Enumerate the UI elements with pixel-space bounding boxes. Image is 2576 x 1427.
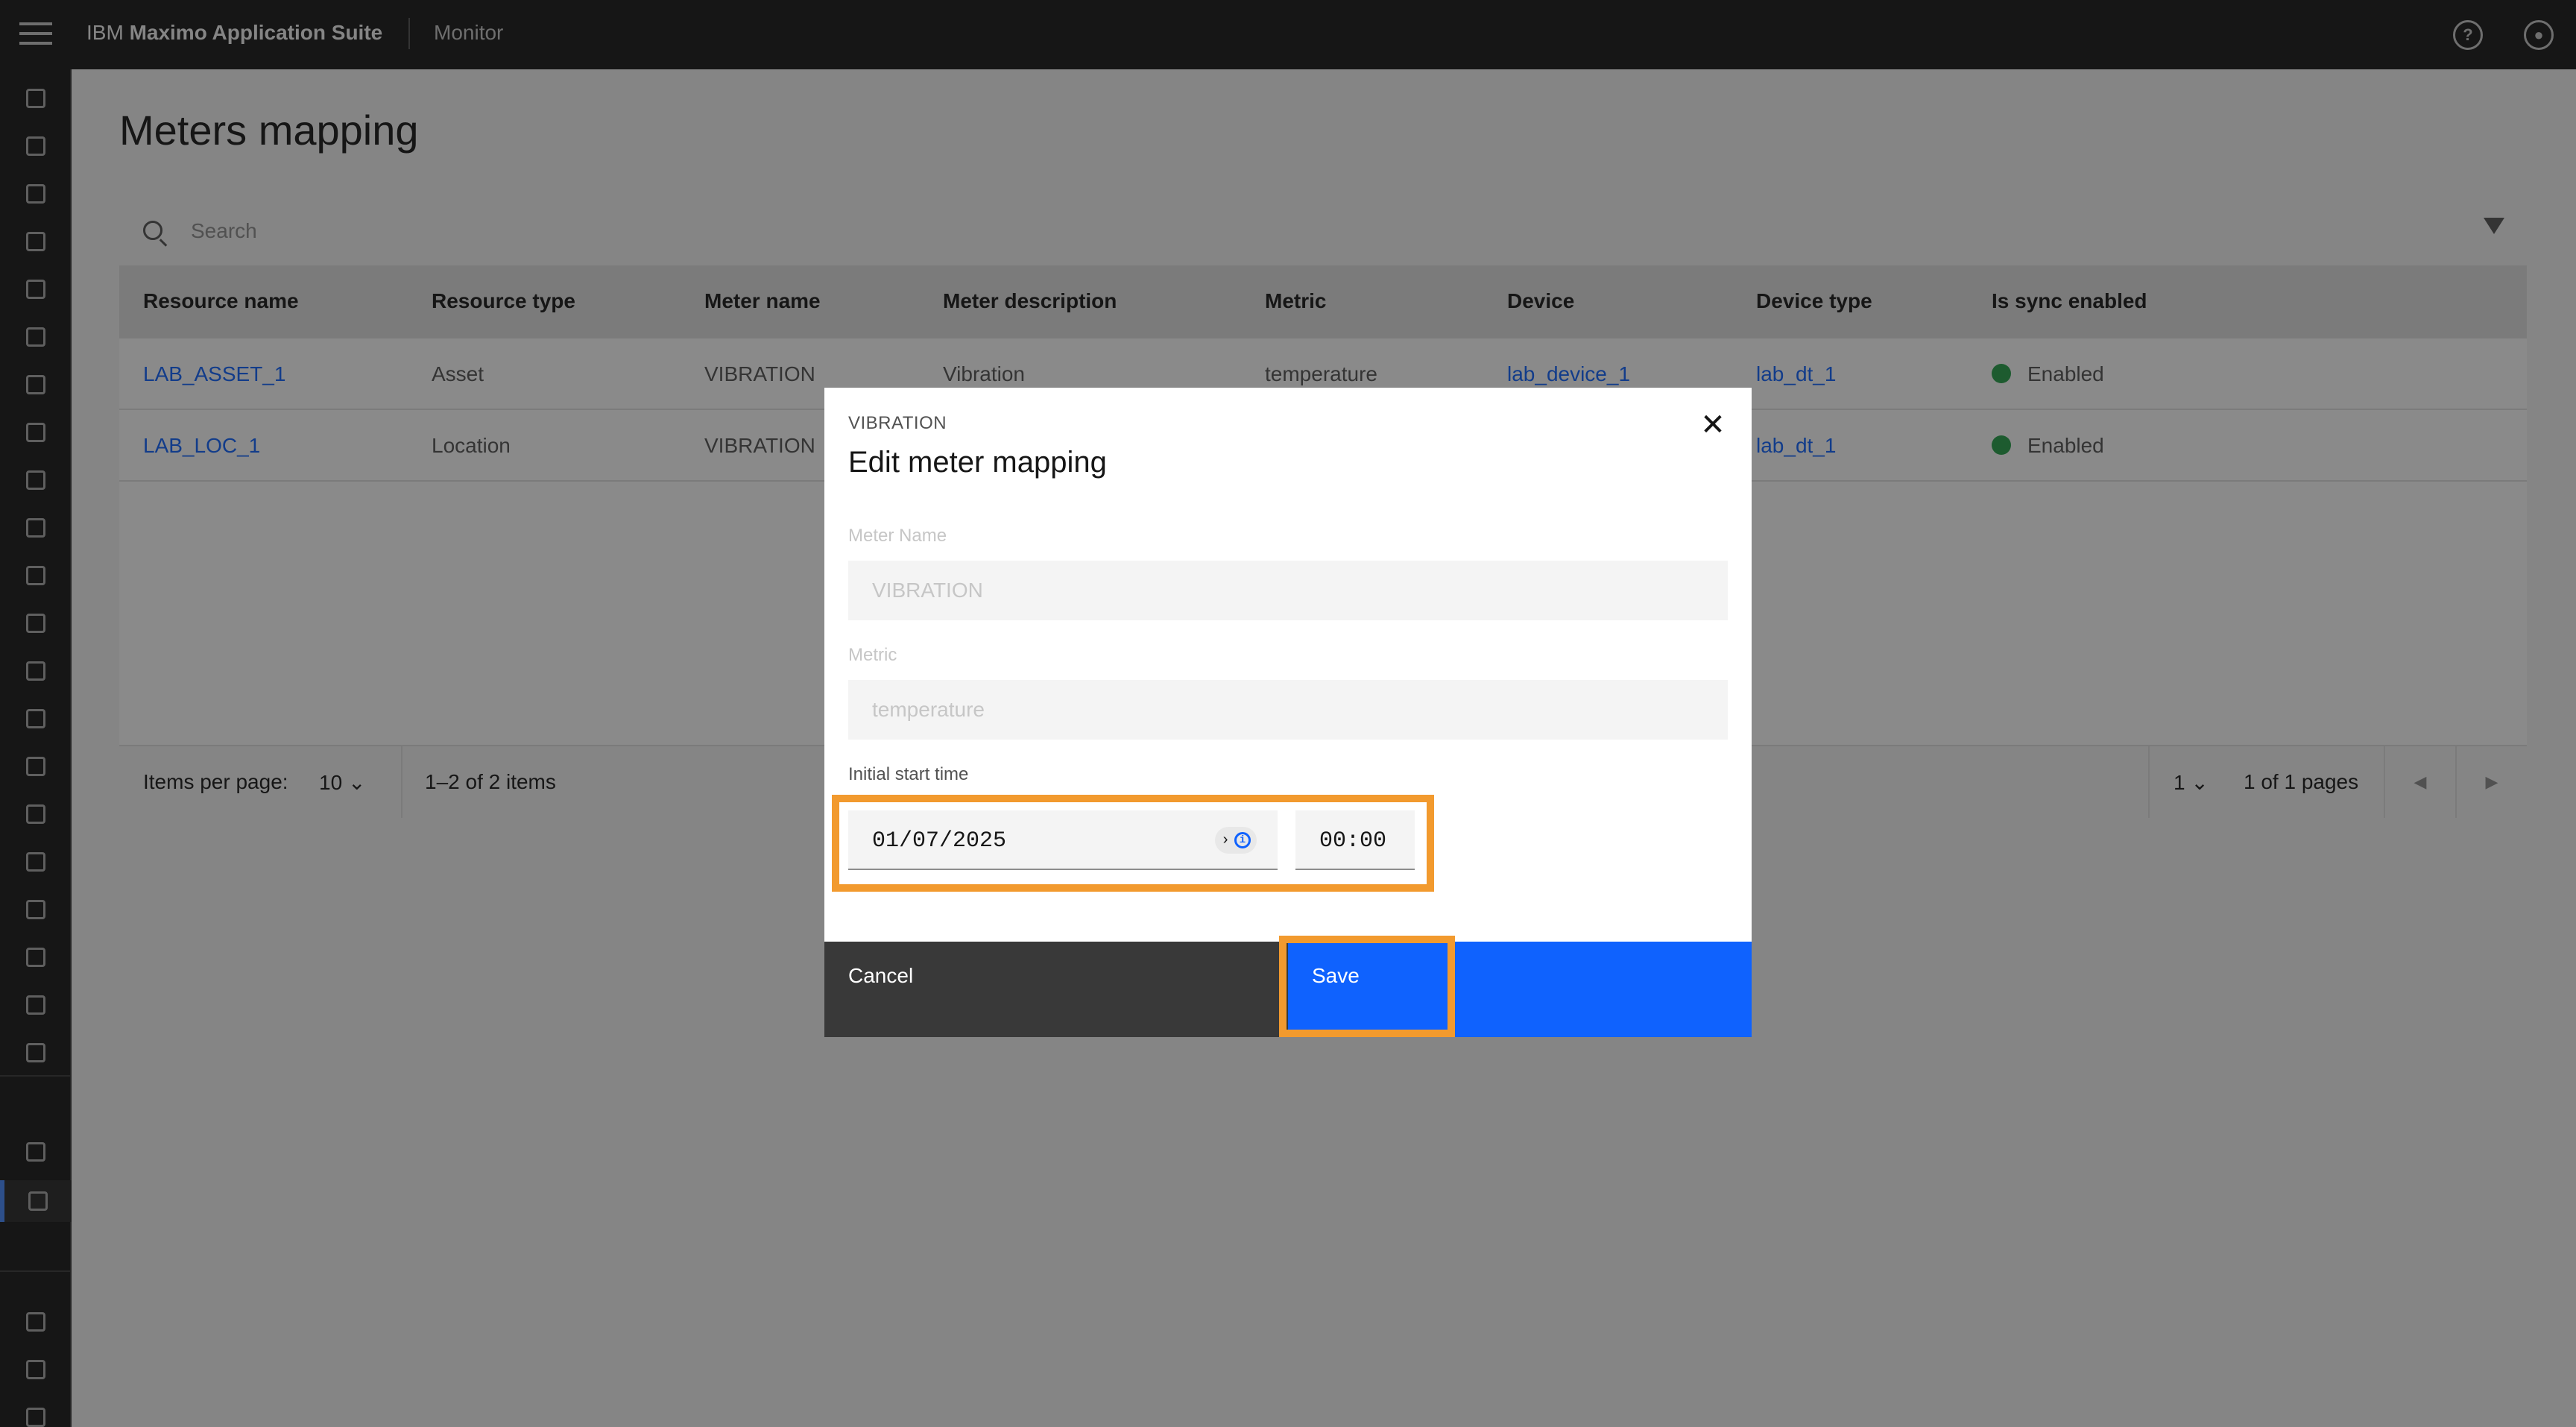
edit-meter-mapping-modal: VIBRATION Edit meter mapping ✕ Meter Nam…	[824, 388, 1752, 1037]
metric-field: temperature	[848, 680, 1728, 740]
cancel-button[interactable]: Cancel	[824, 942, 1288, 1037]
modal-footer: Cancel Save	[824, 936, 1752, 1037]
meter-name-label: Meter Name	[848, 526, 947, 546]
close-icon[interactable]: ✕	[1695, 407, 1731, 443]
highlight-box	[1279, 936, 1455, 1037]
meter-name-field: VIBRATION	[848, 561, 1728, 620]
modal-label: VIBRATION	[848, 413, 947, 433]
highlight-box	[832, 795, 1434, 892]
metric-label: Metric	[848, 645, 897, 665]
modal-title: Edit meter mapping	[848, 446, 1107, 479]
start-time-label: Initial start time	[848, 764, 969, 784]
